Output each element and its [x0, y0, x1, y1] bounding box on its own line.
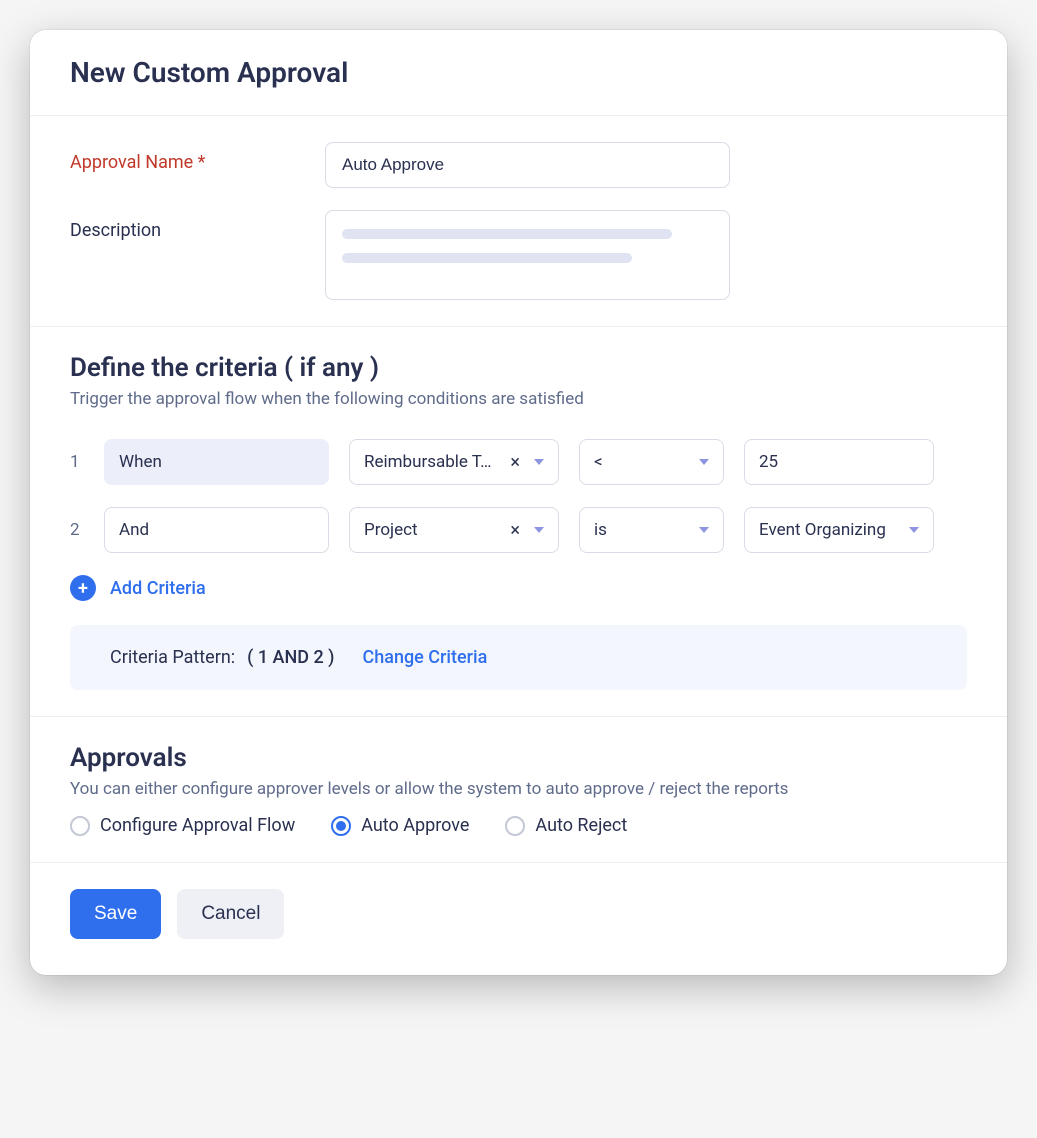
- placeholder-line: [342, 253, 632, 263]
- criteria-section: Define the criteria ( if any ) Trigger t…: [30, 327, 1007, 717]
- approval-name-input[interactable]: [325, 142, 730, 188]
- placeholder-line: [342, 229, 672, 239]
- approvals-title: Approvals: [70, 743, 967, 773]
- criteria-clause-select[interactable]: And: [104, 507, 329, 553]
- plus-circle-icon: +: [70, 575, 96, 601]
- criteria-field-select[interactable]: Reimbursable T… ×: [349, 439, 559, 485]
- page-title: New Custom Approval: [70, 56, 967, 89]
- chevron-down-icon: [534, 527, 544, 533]
- criteria-title: Define the criteria ( if any ): [70, 353, 967, 383]
- criteria-pattern-expr: ( 1 AND 2 ): [247, 647, 334, 668]
- approvals-section: Approvals You can either configure appro…: [30, 717, 1007, 863]
- clear-icon[interactable]: ×: [510, 452, 520, 473]
- footer-actions: Save Cancel: [30, 863, 1007, 975]
- description-label: Description: [70, 210, 305, 241]
- criteria-operator-select[interactable]: <: [579, 439, 724, 485]
- radio-icon: [331, 816, 351, 836]
- approval-option-radio[interactable]: Auto Reject: [505, 815, 627, 836]
- criteria-operator-label: <: [594, 452, 603, 472]
- criteria-operator-label: is: [594, 520, 607, 540]
- criteria-field-label: Reimbursable T…: [364, 452, 510, 472]
- criteria-row: 2 And Project × is Event Organizing: [70, 507, 967, 553]
- radio-icon: [505, 816, 525, 836]
- criteria-value-label: Event Organizing: [759, 520, 901, 540]
- save-button[interactable]: Save: [70, 889, 161, 939]
- approvals-subtitle: You can either configure approver levels…: [70, 779, 967, 799]
- criteria-field-select[interactable]: Project ×: [349, 507, 559, 553]
- criteria-pattern-box: Criteria Pattern: ( 1 AND 2 ) Change Cri…: [70, 625, 967, 690]
- criteria-clause-select: When: [104, 439, 329, 485]
- header-section: New Custom Approval: [30, 30, 1007, 116]
- chevron-down-icon: [909, 527, 919, 533]
- description-textarea[interactable]: [325, 210, 730, 300]
- clear-icon[interactable]: ×: [510, 520, 520, 541]
- chevron-down-icon: [699, 459, 709, 465]
- change-criteria-link[interactable]: Change Criteria: [362, 647, 487, 668]
- criteria-number: 2: [70, 520, 84, 540]
- criteria-row: 1 When Reimbursable T… × < 25: [70, 439, 967, 485]
- chevron-down-icon: [699, 527, 709, 533]
- custom-approval-form: New Custom Approval Approval Name * Desc…: [30, 30, 1007, 975]
- approval-option-label: Auto Reject: [535, 815, 627, 836]
- criteria-subtitle: Trigger the approval flow when the follo…: [70, 389, 967, 409]
- radio-icon: [70, 816, 90, 836]
- criteria-number: 1: [70, 452, 84, 472]
- approval-option-radio[interactable]: Configure Approval Flow: [70, 815, 295, 836]
- add-criteria-label: Add Criteria: [110, 578, 206, 599]
- criteria-operator-select[interactable]: is: [579, 507, 724, 553]
- approval-name-label: Approval Name *: [70, 142, 305, 173]
- criteria-value-label: 25: [759, 452, 919, 472]
- cancel-button[interactable]: Cancel: [177, 889, 284, 939]
- chevron-down-icon: [534, 459, 544, 465]
- basic-info-section: Approval Name * Description: [30, 116, 1007, 327]
- approval-option-label: Configure Approval Flow: [100, 815, 295, 836]
- add-criteria-button[interactable]: + Add Criteria: [70, 575, 967, 601]
- criteria-field-label: Project: [364, 520, 510, 540]
- approval-option-radio[interactable]: Auto Approve: [331, 815, 469, 836]
- criteria-value-input[interactable]: 25: [744, 439, 934, 485]
- criteria-pattern-label: Criteria Pattern:: [110, 647, 235, 668]
- approval-option-label: Auto Approve: [361, 815, 469, 836]
- criteria-value-input[interactable]: Event Organizing: [744, 507, 934, 553]
